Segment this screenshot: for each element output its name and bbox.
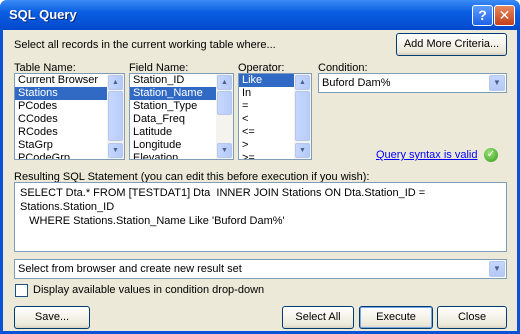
scroll-thumb[interactable] [217,91,232,115]
help-icon: ? [478,7,487,23]
table-scrollbar[interactable]: ▲ ▼ [107,74,124,159]
scroll-thumb[interactable] [108,91,123,141]
description-text: Select all records in the current workin… [14,39,276,51]
operator-item[interactable]: In [239,87,294,100]
display-values-label: Display available values in condition dr… [33,284,265,296]
scroll-thumb[interactable] [295,91,310,141]
operator-item[interactable]: = [239,100,294,113]
select-all-button[interactable]: Select All [282,306,354,329]
execute-button[interactable]: Execute [359,306,433,329]
field-name-item[interactable]: Elevation [130,152,216,159]
field-name-item[interactable]: Station_Type [130,100,216,113]
field-name-item[interactable]: Station_Name [130,87,216,100]
condition-combo[interactable]: Buford Dam% ▼ [318,73,507,93]
field-scrollbar[interactable]: ▲ ▼ [216,74,233,159]
table-name-item[interactable]: Current Browser [15,74,107,87]
table-name-item[interactable]: PCodeGrp [15,152,107,159]
scroll-up-icon[interactable]: ▲ [295,75,310,90]
table-name-listbox[interactable]: Current Browser Stations PCodes CCodes RCode… [14,73,125,160]
field-name-items: Station_ID Station_Name Station_Type Data_F… [130,74,216,159]
operator-item[interactable]: >= [239,152,294,159]
table-name-items: Current Browser Stations PCodes CCodes RCode… [15,74,107,159]
scroll-down-icon[interactable]: ▼ [295,143,310,158]
close-icon: ✕ [498,7,511,23]
result-mode-value: Select from browser and create new resul… [18,263,242,275]
save-button[interactable]: Save... [14,306,90,329]
dialog-body: Select all records in the current workin… [3,30,517,331]
result-mode-combo[interactable]: Select from browser and create new resul… [14,259,507,279]
table-name-item[interactable]: CCodes [15,113,107,126]
help-button[interactable]: ? [472,5,493,26]
close-window-button[interactable]: ✕ [494,5,515,26]
field-name-listbox[interactable]: Station_ID Station_Name Station_Type Data_F… [129,73,234,160]
operator-scrollbar[interactable]: ▲ ▼ [294,74,311,159]
operator-items: Like In = < <= > >= [239,74,294,159]
scroll-up-icon[interactable]: ▲ [217,75,232,90]
display-values-checkbox[interactable] [15,284,28,297]
table-name-item[interactable]: Stations [15,87,107,100]
query-syntax-link[interactable]: Query syntax is valid [376,149,477,161]
table-name-item[interactable]: PCodes [15,100,107,113]
chevron-down-icon[interactable]: ▼ [489,75,505,91]
field-name-item[interactable]: Data_Freq [130,113,216,126]
sql-statement-textarea[interactable]: SELECT Dta.* FROM [TESTDAT1] Dta INNER J… [14,182,507,252]
field-name-item[interactable]: Station_ID [130,74,216,87]
scroll-up-icon[interactable]: ▲ [108,75,123,90]
add-more-criteria-button[interactable]: Add More Criteria... [396,33,507,56]
sql-query-window: SQL Query ? ✕ Select all records in the … [0,0,520,334]
operator-item[interactable]: < [239,113,294,126]
operator-item[interactable]: <= [239,126,294,139]
valid-check-icon: ✓ [484,148,498,162]
field-name-item[interactable]: Latitude [130,126,216,139]
operator-item[interactable]: > [239,139,294,152]
scroll-down-icon[interactable]: ▼ [108,143,123,158]
scroll-down-icon[interactable]: ▼ [217,143,232,158]
operator-item[interactable]: Like [239,74,294,87]
field-name-item[interactable]: Longitude [130,139,216,152]
close-button[interactable]: Close [437,306,507,329]
chevron-down-icon[interactable]: ▼ [489,261,505,277]
table-name-item[interactable]: RCodes [15,126,107,139]
table-name-item[interactable]: StaGrp [15,139,107,152]
window-title: SQL Query [9,7,77,22]
title-bar[interactable]: SQL Query ? ✕ [0,0,520,30]
operator-listbox[interactable]: Like In = < <= > >= ▲ ▼ [238,73,312,160]
condition-value: Buford Dam% [322,77,391,89]
